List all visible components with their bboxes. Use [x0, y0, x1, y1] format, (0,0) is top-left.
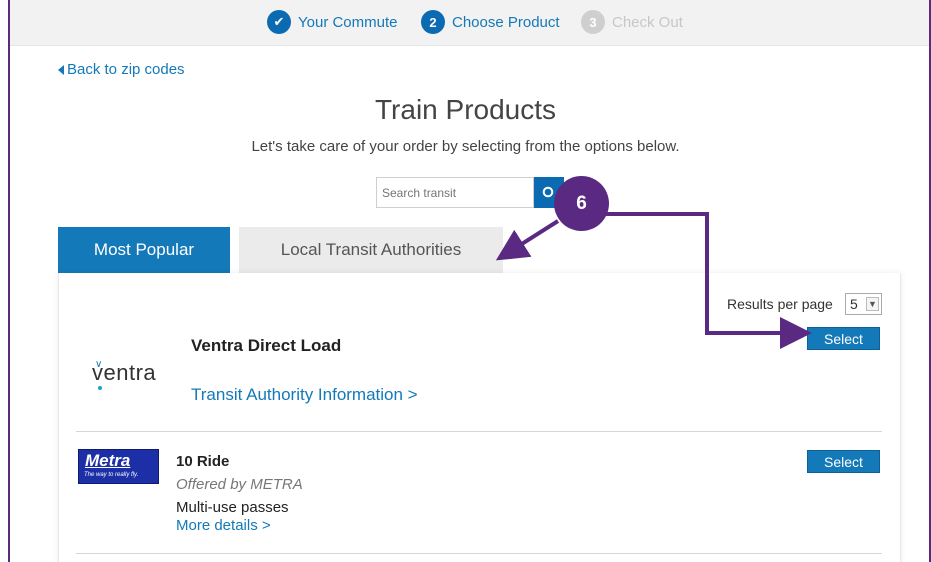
product-description: Multi-use passes	[176, 499, 289, 516]
caret-left-icon	[58, 64, 64, 75]
step-check-out: 3 Check Out	[581, 10, 683, 34]
step-label: Choose Product	[452, 13, 560, 31]
page-title: Train Products	[374, 94, 557, 125]
step-number: 2	[421, 10, 445, 34]
checkmark-icon: ✔	[267, 10, 291, 34]
more-details-link[interactable]: More details >	[176, 517, 271, 534]
annotation-callout: 6	[554, 176, 609, 231]
step-your-commute[interactable]: ✔ Your Commute	[267, 10, 398, 34]
step-choose-product[interactable]: 2 Choose Product	[421, 10, 560, 34]
results-per-page-value: 5	[850, 296, 858, 312]
product-name: Ventra Direct Load	[191, 336, 342, 355]
back-link-label: Back to zip codes	[67, 61, 185, 78]
product-offered-by: Offered by METRA	[176, 476, 303, 493]
tab-most-popular[interactable]: Most Popular	[58, 227, 230, 282]
metra-logo-tagline: The way to really fly.	[84, 472, 139, 478]
checkout-stepper: ✔ Your Commute 2 Choose Product 3 Check …	[10, 0, 929, 46]
metra-logo-text: Metra	[85, 451, 131, 470]
page-subtitle: Let's take care of your order by selecti…	[251, 138, 680, 155]
step-label: Your Commute	[298, 13, 398, 31]
back-to-zip-codes-link[interactable]: Back to zip codes	[58, 61, 185, 78]
logo-accent: ∨	[95, 359, 103, 370]
results-per-page-label: Results per page	[727, 296, 833, 312]
metra-logo: Metra The way to really fly.	[78, 449, 159, 484]
step-number: 3	[581, 10, 605, 34]
results-per-page-select[interactable]: 5 ▼	[845, 293, 882, 315]
select-button-metra[interactable]: Select	[807, 450, 880, 473]
select-button-ventra[interactable]: Select	[807, 327, 880, 350]
ventra-logo: ∨ ventra	[92, 359, 156, 390]
search-input[interactable]	[376, 177, 534, 208]
transit-authority-info-link[interactable]: Transit Authority Information >	[191, 385, 418, 405]
tab-local-transit-authorities[interactable]: Local Transit Authorities	[239, 227, 503, 273]
chevron-down-icon: ▼	[866, 297, 879, 311]
row-divider	[76, 431, 882, 432]
step-label: Check Out	[612, 13, 683, 31]
logo-dot	[98, 386, 102, 390]
row-divider	[76, 553, 882, 554]
product-name: 10 Ride	[176, 453, 230, 470]
